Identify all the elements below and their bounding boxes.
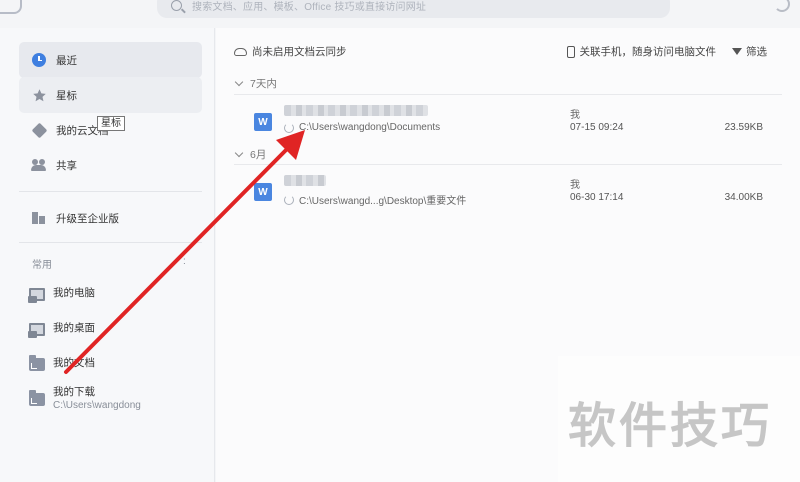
sidebar-item-label: 最近 <box>56 54 77 67</box>
sidebar-divider <box>19 242 202 243</box>
cloud-status-icon <box>284 122 294 133</box>
search-icon <box>171 0 182 11</box>
file-name-redacted <box>284 105 428 116</box>
search-input[interactable]: 搜索文档、应用、模板、Office 技巧或直接访问网址 <box>192 0 426 13</box>
download-folder-icon <box>29 390 45 406</box>
file-size: 23.59KB <box>724 122 763 133</box>
sidebar-item-label: 升级至企业版 <box>56 212 119 225</box>
location-my-documents[interactable]: 我的文档 <box>29 355 95 371</box>
title-bar: 搜索文档、应用、模板、Office 技巧或直接访问网址 <box>0 0 800 28</box>
file-row[interactable]: W C:\Users\wangd...g\Desktop\重要文件 我 06-3… <box>234 173 782 223</box>
file-path-text: C:\Users\wangd...g\Desktop\重要文件 <box>299 196 467 207</box>
tooltip: 星标 <box>97 116 125 131</box>
location-my-computer[interactable]: 我的电脑 <box>28 286 95 303</box>
watermark: 软件技巧 <box>568 398 773 454</box>
clock-icon <box>31 52 47 68</box>
group-header-june[interactable]: 6月 <box>234 147 266 162</box>
file-owner: 我 <box>570 110 580 121</box>
file-owner: 我 <box>570 180 580 191</box>
sidebar-item-recent[interactable]: 最近 <box>19 42 202 78</box>
users-icon <box>31 157 47 173</box>
group-divider <box>234 164 782 165</box>
file-path: C:\Users\wangd...g\Desktop\重要文件 <box>284 192 466 207</box>
location-title: 我的文档 <box>53 357 95 369</box>
sidebar-item-starred[interactable]: 星标 <box>19 77 202 113</box>
desktop-icon <box>28 323 45 338</box>
section-label: 常用 <box>32 260 52 271</box>
cube-icon <box>31 122 47 138</box>
sidebar: 最近 星标 我的云文档 共享 升级至企业版 常用 : 我的电脑 我的桌面 我的文… <box>0 28 215 482</box>
star-icon <box>31 87 47 103</box>
account-icon[interactable] <box>774 0 790 12</box>
location-my-downloads[interactable]: 我的下载 C:\Users\wangdong <box>29 385 141 412</box>
word-doc-icon: W <box>254 183 272 201</box>
link-mobile-button[interactable]: 关联手机，随身访问电脑文件 <box>580 44 717 59</box>
chevron-down-icon <box>234 148 244 158</box>
toolbar-right: 关联手机，随身访问电脑文件 筛选 <box>566 44 767 59</box>
word-doc-icon: W <box>254 113 272 131</box>
location-title: 我的下载 <box>53 386 95 398</box>
group-label: 7天内 <box>250 78 277 90</box>
group-label: 6月 <box>250 149 267 161</box>
section-dots[interactable]: : <box>183 256 186 267</box>
sidebar-item-shared[interactable]: 共享 <box>19 147 202 183</box>
filter-icon <box>732 48 742 55</box>
file-path: C:\Users\wangdong\Documents <box>284 122 440 133</box>
file-path-text: C:\Users\wangdong\Documents <box>299 122 441 133</box>
sidebar-item-upgrade[interactable]: 升级至企业版 <box>19 200 202 236</box>
group-header-7days[interactable]: 7天内 <box>234 76 277 91</box>
location-title: 我的电脑 <box>53 287 95 299</box>
file-size: 34.00KB <box>724 192 763 203</box>
group-divider <box>234 94 782 95</box>
location-path: C:\Users\wangdong <box>53 400 141 411</box>
folder-icon <box>29 355 45 371</box>
chevron-down-icon <box>234 77 244 87</box>
file-name-redacted <box>284 175 326 186</box>
location-my-desktop[interactable]: 我的桌面 <box>28 321 95 338</box>
phone-icon <box>566 45 575 58</box>
computer-icon <box>28 288 45 303</box>
file-time: 07-15 09:24 <box>570 122 624 133</box>
cloud-sync-status[interactable]: 尚未启用文档云同步 <box>234 44 347 59</box>
cloud-status-icon <box>284 194 294 205</box>
filter-button[interactable]: 筛选 <box>746 44 767 59</box>
app-logo-icon <box>0 0 22 14</box>
sidebar-item-label: 共享 <box>56 159 77 172</box>
file-row[interactable]: W C:\Users\wangdong\Documents 我 07-15 09… <box>234 103 782 153</box>
building-icon <box>31 210 47 226</box>
search-bar[interactable]: 搜索文档、应用、模板、Office 技巧或直接访问网址 <box>157 0 670 18</box>
sidebar-item-label: 星标 <box>56 89 77 102</box>
sync-label: 尚未启用文档云同步 <box>252 46 347 58</box>
file-time: 06-30 17:14 <box>570 192 624 203</box>
location-title: 我的桌面 <box>53 322 95 334</box>
sidebar-divider <box>19 191 202 192</box>
cloud-icon <box>234 47 247 56</box>
